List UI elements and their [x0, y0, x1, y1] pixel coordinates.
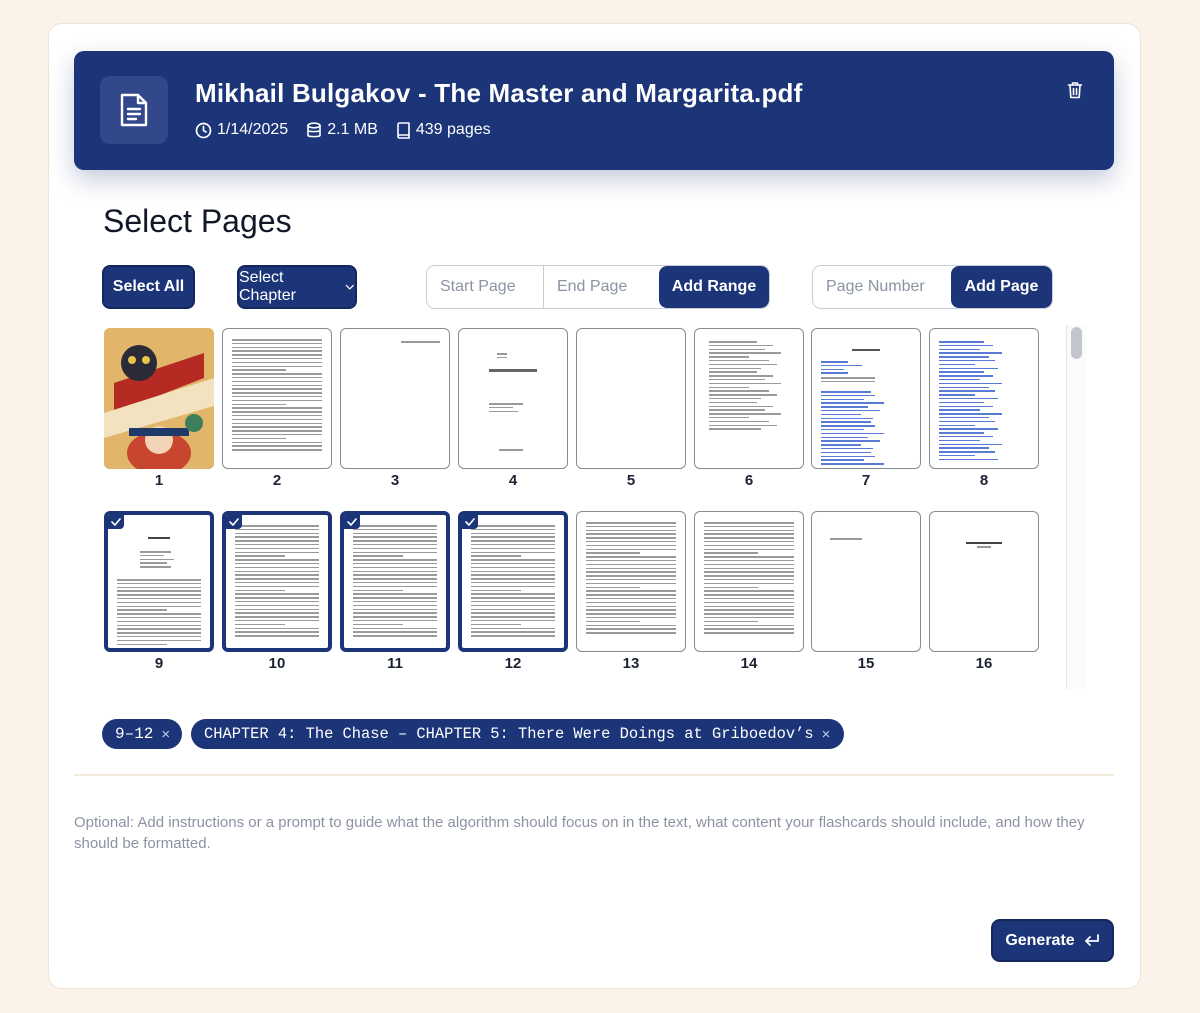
page-number-label: 16: [975, 655, 993, 672]
generate-label: Generate: [1005, 931, 1075, 949]
page-thumbnail[interactable]: [929, 511, 1039, 652]
page-number-label: 14: [740, 655, 758, 672]
page-number-label: 7: [861, 472, 871, 489]
page-thumbnail[interactable]: [458, 511, 568, 652]
page-thumbnail[interactable]: [104, 328, 214, 469]
page-number-label: 10: [268, 655, 286, 672]
document-icon: [100, 76, 168, 144]
page-text-lines: [117, 579, 201, 647]
page-range-group: Add Range: [426, 265, 770, 309]
page-thumbnail[interactable]: [694, 511, 804, 652]
select-all-button[interactable]: Select All: [102, 265, 195, 309]
page-text-lines: [497, 353, 529, 361]
page-number-label: 15: [857, 655, 875, 672]
page-thumbnail-grid: 1 2 3 4 5 6 7 8 9 10 11 12 13 14 15 16: [100, 325, 1086, 690]
page-thumbnail[interactable]: [458, 328, 568, 469]
end-page-input[interactable]: [543, 266, 659, 308]
file-header: Mikhail Bulgakov - The Master and Margar…: [74, 51, 1114, 170]
checkmark-icon: [462, 515, 478, 529]
page-text-lines: [704, 522, 794, 636]
page-number-label: 2: [272, 472, 282, 489]
page-number-input[interactable]: [813, 266, 951, 308]
file-date: 1/14/2025: [195, 121, 288, 139]
add-range-button[interactable]: Add Range: [658, 266, 769, 308]
page-thumbnail[interactable]: [340, 511, 450, 652]
page-thumbnail[interactable]: [340, 328, 450, 469]
selection-tag-label: 9–12: [115, 725, 154, 743]
file-size-text: 2.1 MB: [327, 121, 378, 138]
page-text-lines: [489, 403, 537, 414]
page-text-lines: [235, 525, 319, 639]
select-chapter-dropdown[interactable]: Select Chapter: [237, 265, 357, 309]
file-pages-text: 439 pages: [415, 121, 491, 138]
section-title: Select Pages: [103, 203, 292, 239]
page-number-label: 9: [154, 655, 164, 672]
page-thumbnail[interactable]: [576, 328, 686, 469]
page-text-lines: [821, 377, 911, 385]
page-text-lines: [140, 551, 201, 570]
page-text-lines: [821, 391, 911, 467]
page-text-lines: [586, 522, 676, 636]
page-text-lines: [353, 525, 437, 639]
page-text-lines: [232, 339, 322, 453]
trash-icon[interactable]: [1064, 79, 1086, 101]
file-date-text: 1/14/2025: [217, 121, 289, 138]
page-thumbnail[interactable]: [104, 511, 214, 652]
page-thumbnail[interactable]: [929, 328, 1039, 469]
select-chapter-label: Select Chapter: [239, 269, 296, 304]
checkmark-icon: [344, 515, 360, 529]
page-text-lines: [830, 538, 911, 542]
file-pages: 439 pages: [396, 121, 491, 139]
file-title: Mikhail Bulgakov - The Master and Margar…: [195, 78, 803, 108]
page-number-label: 5: [626, 472, 636, 489]
page-thumbnail[interactable]: [811, 328, 921, 469]
page-number-label: 12: [504, 655, 522, 672]
page-text-lines: [471, 525, 555, 639]
page-thumbnail[interactable]: [811, 511, 921, 652]
selection-tag: CHAPTER 4: The Chase – CHAPTER 5: There …: [191, 719, 845, 749]
scrollbar-thumb[interactable]: [1071, 327, 1082, 359]
page-text-lines: [709, 341, 789, 432]
checkmark-icon: [226, 515, 242, 529]
page-thumbnail[interactable]: [222, 328, 332, 469]
page-number-label: 3: [390, 472, 400, 489]
page-text-lines: [821, 361, 911, 376]
page-number-group: Add Page: [812, 265, 1053, 309]
file-size: 2.1 MB: [306, 121, 378, 139]
page-text-lines: [939, 341, 1029, 463]
add-page-button[interactable]: Add Page: [951, 266, 1052, 308]
page-text-lines: [401, 341, 440, 345]
remove-tag-icon[interactable]: ×: [822, 726, 831, 743]
remove-tag-icon[interactable]: ×: [161, 726, 170, 743]
page-number-label: 13: [622, 655, 640, 672]
prompt-textarea[interactable]: [74, 812, 1104, 902]
page-thumbnail[interactable]: [576, 511, 686, 652]
page-heading-graphic: [459, 369, 567, 374]
book-icon: [397, 121, 410, 139]
page-text-lines: [148, 537, 170, 541]
page-text-lines: [966, 542, 1002, 550]
page-thumbnail[interactable]: [222, 511, 332, 652]
page-number-label: 11: [387, 655, 403, 672]
page-thumbnail[interactable]: [694, 328, 804, 469]
checkmark-icon: [108, 515, 124, 529]
page-text-lines: [499, 449, 558, 453]
page-number-label: 4: [508, 472, 518, 489]
cover-art-icon: [104, 328, 214, 469]
chevron-down-icon: [345, 284, 355, 290]
clock-icon: [195, 122, 212, 138]
enter-icon: [1084, 933, 1099, 946]
page-text-lines: [852, 349, 880, 353]
selection-tag: 9–12 ×: [102, 719, 183, 749]
database-icon: [307, 121, 321, 137]
scrollbar-track[interactable]: [1066, 325, 1086, 689]
page-number-label: 1: [154, 472, 164, 489]
file-meta: 1/14/2025 2.1 MB 439 pages: [195, 121, 509, 139]
page-number-label: 8: [979, 472, 989, 489]
generate-button[interactable]: Generate: [991, 919, 1114, 962]
start-page-input[interactable]: [427, 266, 543, 308]
page-number-label: 6: [744, 472, 754, 489]
divider: [74, 774, 1114, 776]
selection-tag-label: CHAPTER 4: The Chase – CHAPTER 5: There …: [204, 725, 814, 743]
